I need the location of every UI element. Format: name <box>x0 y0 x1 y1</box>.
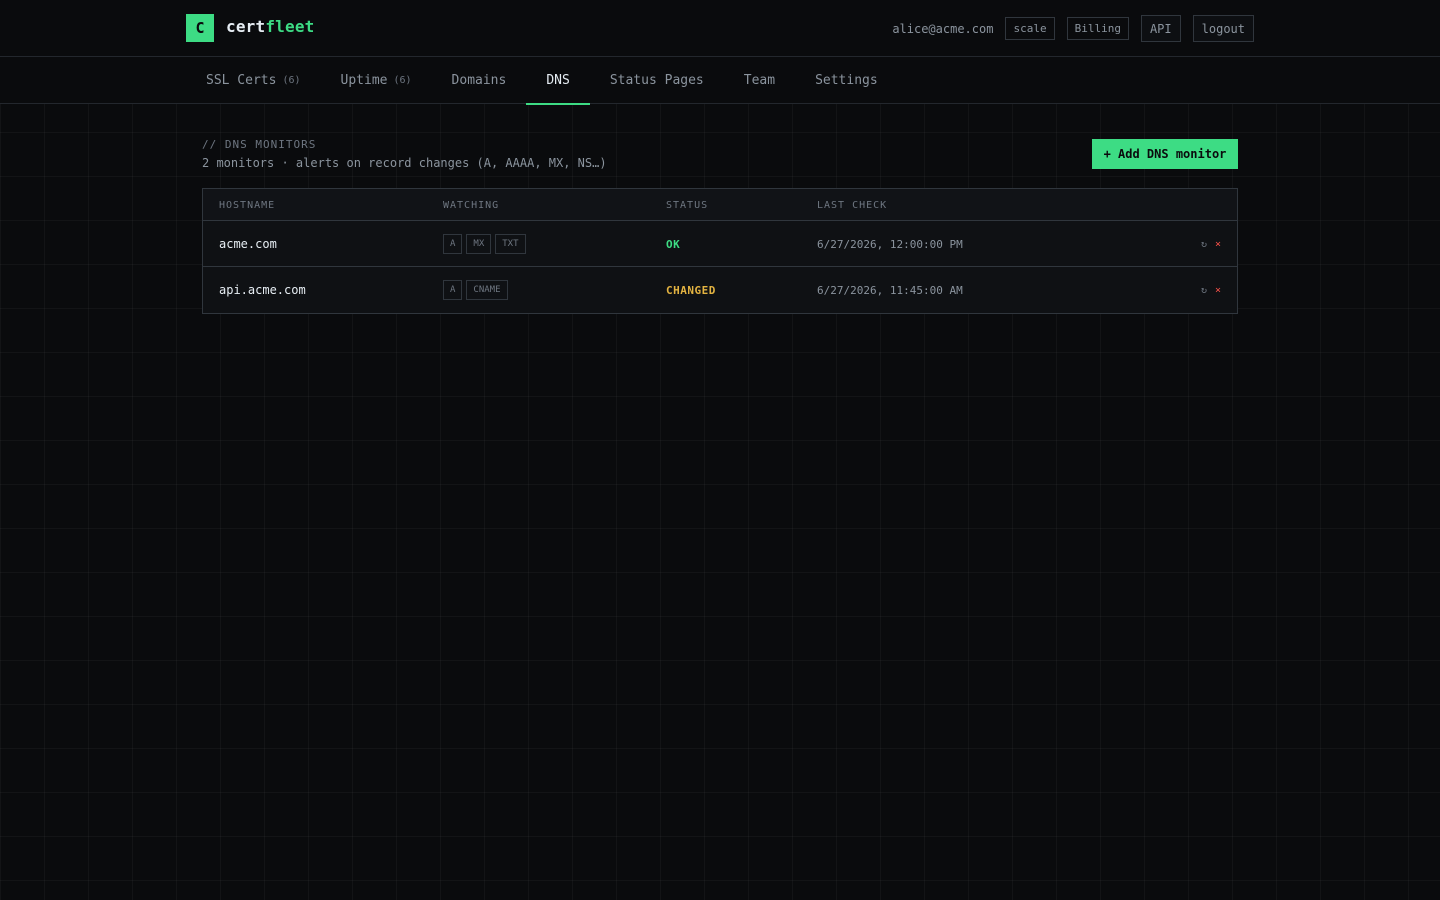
user-area: alice@acme.com scale Billing API logout <box>892 15 1254 42</box>
table-header: HOSTNAME WATCHING STATUS LAST CHECK <box>203 189 1237 221</box>
brand-part-1: cert <box>226 17 266 36</box>
tab-count: (6) <box>282 75 301 86</box>
record-type-tag: A <box>443 280 463 300</box>
tab-ssl-certs[interactable]: SSL Certs (6) <box>186 57 321 104</box>
column-header-last-check: LAST CHECK <box>817 199 888 211</box>
tab-domains[interactable]: Domains <box>432 57 527 104</box>
record-type-tag: A <box>443 234 463 254</box>
tab-team[interactable]: Team <box>724 57 795 104</box>
record-type-tag: MX <box>466 234 492 254</box>
column-header-hostname: HOSTNAME <box>219 199 276 211</box>
last-check-cell: 6/27/2026, 12:00:00 PM <box>817 237 963 251</box>
table-row: acme.com A MX TXT OK 6/27/2026, 12:00:00… <box>203 221 1237 267</box>
record-type-tag: CNAME <box>466 280 508 300</box>
logo-icon[interactable]: C <box>186 14 214 42</box>
tab-label: DNS <box>546 73 570 88</box>
record-type-tag: TXT <box>495 234 526 254</box>
brand-part-2: fleet <box>265 17 315 36</box>
watching-cell: A CNAME <box>443 267 508 313</box>
watching-cell: A MX TXT <box>443 221 526 267</box>
column-header-status: STATUS <box>666 199 709 211</box>
row-actions: ↻ × <box>1201 267 1221 313</box>
status-badge: OK <box>666 237 681 251</box>
tab-label: SSL Certs <box>206 73 277 88</box>
table-row: api.acme.com A CNAME CHANGED 6/27/2026, … <box>203 267 1237 313</box>
plan-badge: scale <box>1005 17 1055 40</box>
section-subtitle: 2 monitors · alerts on record changes (A… <box>202 156 607 170</box>
billing-link[interactable]: Billing <box>1066 17 1129 40</box>
refresh-icon[interactable]: ↻ <box>1201 285 1207 296</box>
nav-tab-bar: SSL Certs (6) Uptime (6) Domains DNS Statu… <box>0 57 1440 105</box>
tab-label: Uptime <box>340 73 388 88</box>
tab-dns[interactable]: DNS <box>526 57 591 105</box>
brand-name[interactable]: certfleet <box>226 17 315 36</box>
delete-icon[interactable]: × <box>1215 285 1221 296</box>
tab-label: Team <box>743 73 776 88</box>
nav-tabs: SSL Certs (6) Uptime (6) Domains DNS Statu… <box>186 57 898 105</box>
section-title: // DNS MONITORS <box>202 138 317 151</box>
logout-button[interactable]: logout <box>1192 15 1254 42</box>
hostname-cell: acme.com <box>219 237 277 251</box>
refresh-icon[interactable]: ↻ <box>1201 239 1207 250</box>
tab-label: Settings <box>815 73 878 88</box>
tab-count: (6) <box>393 75 412 86</box>
tab-label: Status Pages <box>609 73 704 88</box>
tab-settings[interactable]: Settings <box>795 57 898 104</box>
tab-uptime[interactable]: Uptime (6) <box>321 57 432 104</box>
tab-status-pages[interactable]: Status Pages <box>590 57 724 104</box>
row-actions: ↻ × <box>1201 221 1221 267</box>
add-dns-monitor-button[interactable]: + Add DNS monitor <box>1092 139 1238 169</box>
user-email: alice@acme.com <box>892 21 994 36</box>
hostname-cell: api.acme.com <box>219 283 306 297</box>
delete-icon[interactable]: × <box>1215 239 1221 250</box>
dns-monitors-table: HOSTNAME WATCHING STATUS LAST CHECK acme… <box>202 188 1238 314</box>
tab-label: Domains <box>451 73 507 88</box>
top-bar: C certfleet alice@acme.com scale Billing… <box>0 0 1440 57</box>
status-badge: CHANGED <box>666 283 716 297</box>
api-button[interactable]: API <box>1140 15 1181 42</box>
last-check-cell: 6/27/2026, 11:45:00 AM <box>817 283 963 297</box>
column-header-watching: WATCHING <box>443 199 500 211</box>
